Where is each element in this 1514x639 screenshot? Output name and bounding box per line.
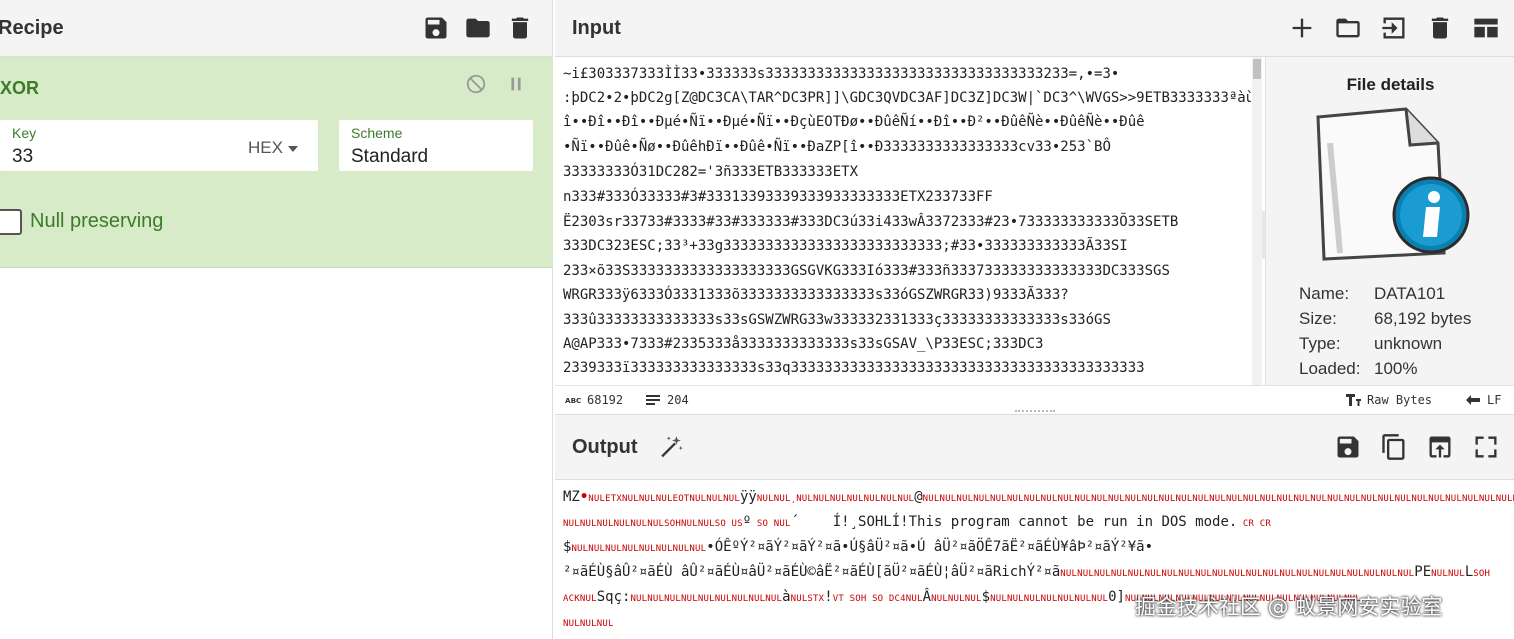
input-line: n333#333Ó33333#3#33313393339333933333333… bbox=[563, 189, 993, 205]
output-header: Output bbox=[555, 414, 1514, 480]
input-header: Input bbox=[555, 0, 1514, 57]
null-preserving-checkbox[interactable] bbox=[0, 209, 22, 235]
input-line: 333DC323ESC;33³+33g333333333333333333333… bbox=[563, 238, 1128, 254]
key-label: Key bbox=[12, 125, 37, 141]
disable-operation-icon[interactable] bbox=[465, 73, 487, 95]
output-title: Output bbox=[572, 435, 638, 458]
input-line: Ë2303sr33733#3333#33#333333#333DC3ú33i43… bbox=[563, 214, 1179, 230]
magic-wand-icon[interactable] bbox=[658, 434, 684, 460]
xor-operation[interactable]: XOR Key 33 HEX Scheme Standard Null pres… bbox=[0, 57, 553, 268]
abc-icon: ABC bbox=[565, 396, 581, 405]
output-line: NULNULNULNULNULNULSOHNULNULSO USº SO NUL… bbox=[563, 514, 1272, 530]
save-output-icon[interactable] bbox=[1334, 433, 1362, 461]
replace-input-icon[interactable] bbox=[1426, 433, 1454, 461]
null-preserving-label: Null preserving bbox=[30, 210, 164, 232]
pause-icon[interactable] bbox=[505, 73, 527, 95]
eol-selector[interactable]: LF bbox=[1465, 393, 1501, 407]
output-line: ²¤ãÉÙ§âÛ²¤ãÉÙ âÛ²¤ãÉÙ¤âÜ²¤ãÉÙ©âË²¤ãÉÙ[ãÜ… bbox=[563, 564, 1491, 580]
input-line: 333û33333333333333s33sGSWZWRG33w33333233… bbox=[563, 312, 1111, 328]
input-line: 233×õ33S3333333333333333333GSGVKG333Ió33… bbox=[563, 263, 1170, 279]
input-line: WRGR333ÿ6333Ó3331333õ3333333333333333s33… bbox=[563, 287, 1069, 303]
input-line: î••Ðî••Ðî••Ðµé•Ñï••Ðµé•Ñï••ÐçùEOTÐø••Ðûê… bbox=[563, 114, 1145, 130]
reset-layout-icon[interactable] bbox=[1472, 14, 1500, 42]
file-detail-row: Loaded: 100% bbox=[1299, 359, 1418, 378]
recipe-title: Recipe bbox=[0, 16, 64, 39]
scheme-field[interactable]: Scheme Standard bbox=[339, 120, 533, 171]
clear-input-trash-icon[interactable] bbox=[1426, 14, 1454, 42]
input-pane: Input ~i£303337333ÌÌ33•333333s3333333333… bbox=[555, 0, 1514, 412]
lines-icon bbox=[646, 395, 660, 405]
file-detail-row: Size: 68,192 bytes bbox=[1299, 309, 1472, 328]
scheme-label: Scheme bbox=[351, 125, 403, 141]
load-recipe-folder-icon[interactable] bbox=[464, 14, 492, 42]
output-line: NULNULNUL bbox=[563, 619, 614, 629]
key-format-dropdown[interactable]: HEX bbox=[248, 138, 298, 158]
file-details-panel: File details Name: DATA101 Size: 68,192 by… bbox=[1265, 57, 1514, 385]
input-line: 33333333Ó31DC282='3ñ333ETB333333ETX bbox=[563, 164, 859, 180]
scrollbar-thumb[interactable] bbox=[1253, 59, 1261, 79]
input-line: •Ñï••Ðûê•Ñø••ÐûêhÐï••Ðûê•Ñï••ÐaZP[î••Ð33… bbox=[563, 139, 1111, 155]
open-folder-icon[interactable] bbox=[1334, 14, 1362, 42]
maximize-output-icon[interactable] bbox=[1472, 433, 1500, 461]
input-line: A@AP333•7333#2335333å3333333333333s33sGS… bbox=[563, 336, 1044, 352]
svg-text:ABC: ABC bbox=[565, 396, 581, 405]
output-line: $NULNULNULNULNULNULNULNUL•ÓÊºÝ²¤ãÝ²¤ãÝ²¤… bbox=[563, 539, 1154, 555]
file-info-icon bbox=[1316, 107, 1470, 261]
input-line: :þDC2•2•þDC2g[Z@DC3CA\TAR^DC3PR]]\GDC3QV… bbox=[563, 90, 1251, 106]
copy-output-icon[interactable] bbox=[1380, 433, 1408, 461]
input-title: Input bbox=[572, 16, 621, 39]
file-detail-row: Name: DATA101 bbox=[1299, 284, 1446, 303]
input-textarea[interactable]: ~i£303337333ÌÌ33•333333s3333333333333333… bbox=[555, 57, 1251, 385]
char-count: ABC 68192 bbox=[565, 393, 624, 407]
add-input-plus-icon[interactable] bbox=[1288, 14, 1316, 42]
input-scrollbar[interactable] bbox=[1252, 57, 1262, 385]
key-value[interactable]: 33 bbox=[12, 146, 33, 168]
file-details-title: File details bbox=[1346, 75, 1435, 94]
output-line: MZ•NULETXNULNULNULEOTNULNULNULÿÿNULNUL¸N… bbox=[563, 489, 1514, 505]
return-arrow-icon bbox=[1466, 395, 1480, 405]
recipe-header: Recipe bbox=[0, 0, 552, 57]
line-count: 204 bbox=[645, 393, 689, 407]
save-recipe-icon[interactable] bbox=[422, 14, 450, 42]
file-detail-row: Type: unknown bbox=[1299, 334, 1443, 353]
watermark: 掘金技术社区 @ 蚁景网安实验室 bbox=[1135, 595, 1443, 619]
text-format-icon bbox=[1346, 394, 1361, 406]
encoding-selector[interactable]: Raw Bytes bbox=[1345, 393, 1432, 407]
scheme-value[interactable]: Standard bbox=[351, 146, 428, 168]
operation-name: XOR bbox=[0, 78, 40, 98]
open-file-input-icon[interactable] bbox=[1380, 14, 1408, 42]
recipe-pane: Recipe XOR Key 33 HEX Scheme Standard Nu… bbox=[0, 0, 553, 639]
input-line: ~i£303337333ÌÌ33•333333s3333333333333333… bbox=[563, 66, 1120, 82]
clear-recipe-trash-icon[interactable] bbox=[506, 14, 534, 42]
input-line: 2339333ï333333333333333s33q3333333333333… bbox=[563, 360, 1145, 376]
key-field[interactable]: Key 33 HEX bbox=[0, 120, 318, 171]
input-status-bar: ABC 68192 204 Raw Bytes LF bbox=[555, 385, 1514, 412]
